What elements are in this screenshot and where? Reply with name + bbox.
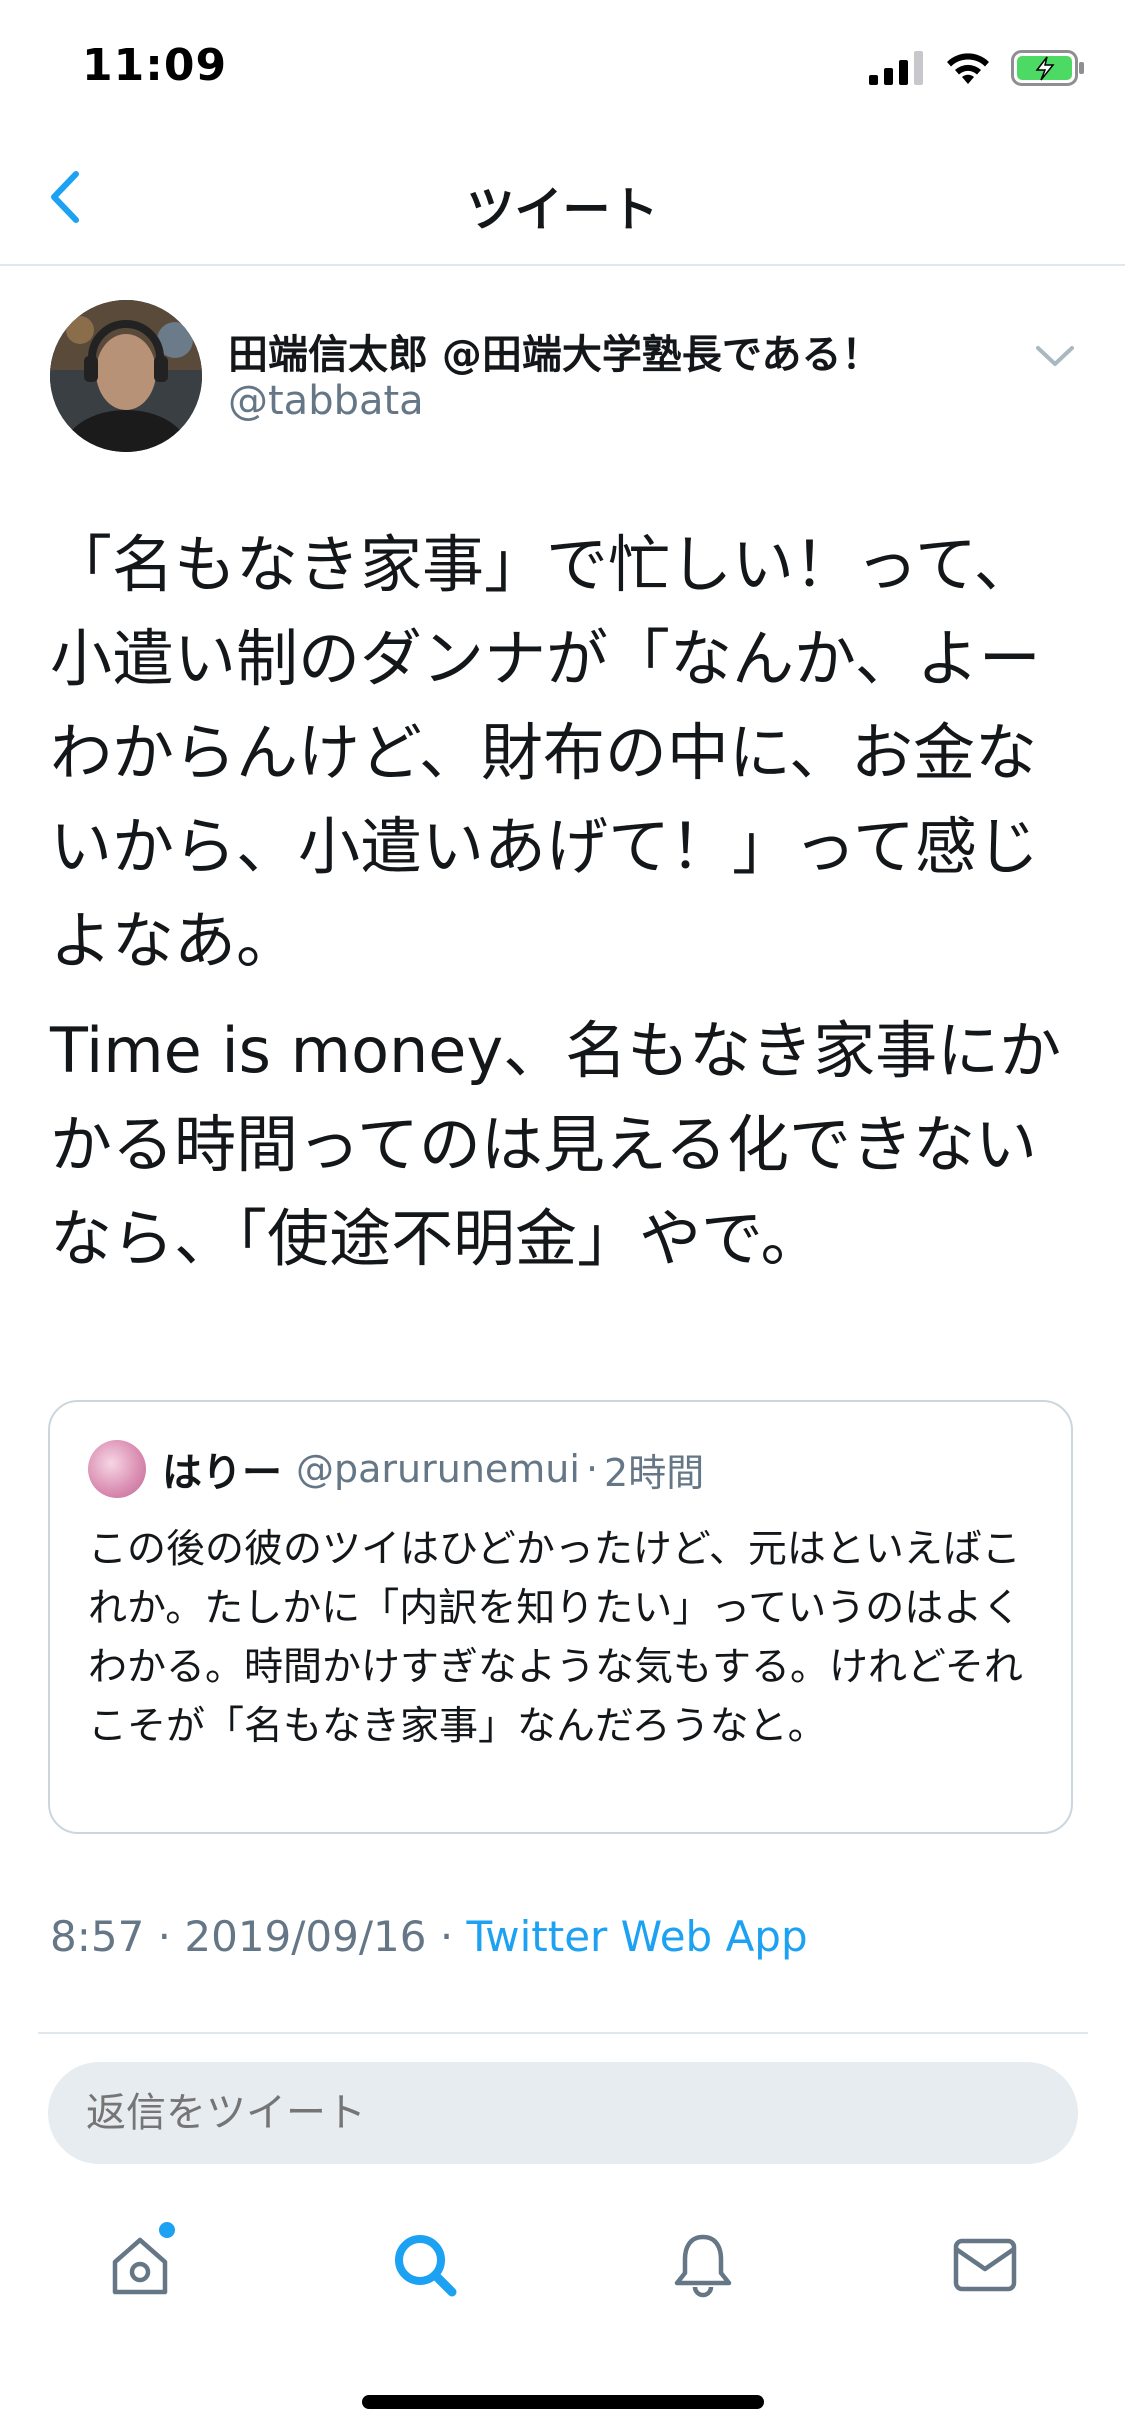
reply-input[interactable] (48, 2062, 1078, 2164)
chevron-down-icon[interactable] (1030, 336, 1080, 376)
tab-home[interactable] (95, 2220, 185, 2310)
tab-notifications[interactable] (658, 2220, 748, 2310)
battery-charging-icon (1011, 50, 1084, 86)
tweet-text: 「名もなき家事」で忙しい！って、小遣い制のダンナが「なんか、よーわからんけど、財… (50, 518, 1080, 1302)
tab-messages[interactable] (940, 2220, 1030, 2310)
quoted-avatar (88, 1440, 146, 1498)
quoted-tweet[interactable]: はりー @parurunemui · 2時間 この後の彼のツイはひどかったけど、… (48, 1400, 1073, 1834)
quoted-tweet-text: この後の彼のツイはひどかったけど、元はといえばこれか。たしかに「内訳を知りたい」… (88, 1527, 1023, 1749)
meta-separator: · (144, 1912, 185, 1961)
signal-icon (869, 51, 923, 85)
quoted-separator: · (585, 1447, 599, 1491)
home-icon (112, 2237, 168, 2295)
tweet-meta: 8:57 · 2019/09/16 · Twitter Web App (50, 1912, 808, 1961)
avatar-image (50, 300, 202, 452)
quoted-tweet-header: はりー @parurunemui · 2時間 (88, 1440, 704, 1498)
status-icons (869, 50, 1087, 86)
notification-dot (159, 2222, 175, 2238)
tweet-time: 8:57 (50, 1912, 145, 1961)
author-handle[interactable]: @tabbata (228, 378, 424, 424)
search-icon (395, 2235, 457, 2297)
divider (38, 2032, 1088, 2034)
bell-icon (674, 2234, 732, 2298)
tweet-paragraph: 「名もなき家事」で忙しい！って、小遣い制のダンナが「なんか、よーわからんけど、財… (50, 528, 1041, 977)
quoted-author-name: はりー (162, 1450, 282, 1496)
nav-bar: ツイート (0, 132, 1125, 266)
home-indicator (362, 2395, 764, 2409)
page-title: ツイート (466, 182, 659, 238)
status-bar: 11:09 (0, 0, 1125, 132)
wifi-icon (947, 53, 989, 84)
quoted-time: 2時間 (604, 1450, 705, 1495)
status-time: 11:09 (82, 40, 228, 91)
meta-separator: · (426, 1912, 467, 1961)
tweet-author: 田端信太郎 @田端大学塾長である！ @tabbata (50, 300, 1080, 460)
tweet-date: 2019/09/16 (184, 1912, 427, 1961)
tab-search[interactable] (380, 2220, 470, 2310)
tweet-paragraph: Time is money、名もなき家事にかかる時間ってのは見える化できないなら… (50, 1014, 1062, 1275)
tweet-source-link[interactable]: Twitter Web App (467, 1912, 808, 1961)
quoted-author-handle: @parurunemui (296, 1447, 580, 1491)
tab-bar (0, 2190, 1125, 2340)
mail-icon (953, 2238, 1017, 2292)
avatar[interactable] (50, 300, 202, 452)
author-display-name[interactable]: 田端信太郎 @田端大学塾長である！ (228, 322, 882, 380)
